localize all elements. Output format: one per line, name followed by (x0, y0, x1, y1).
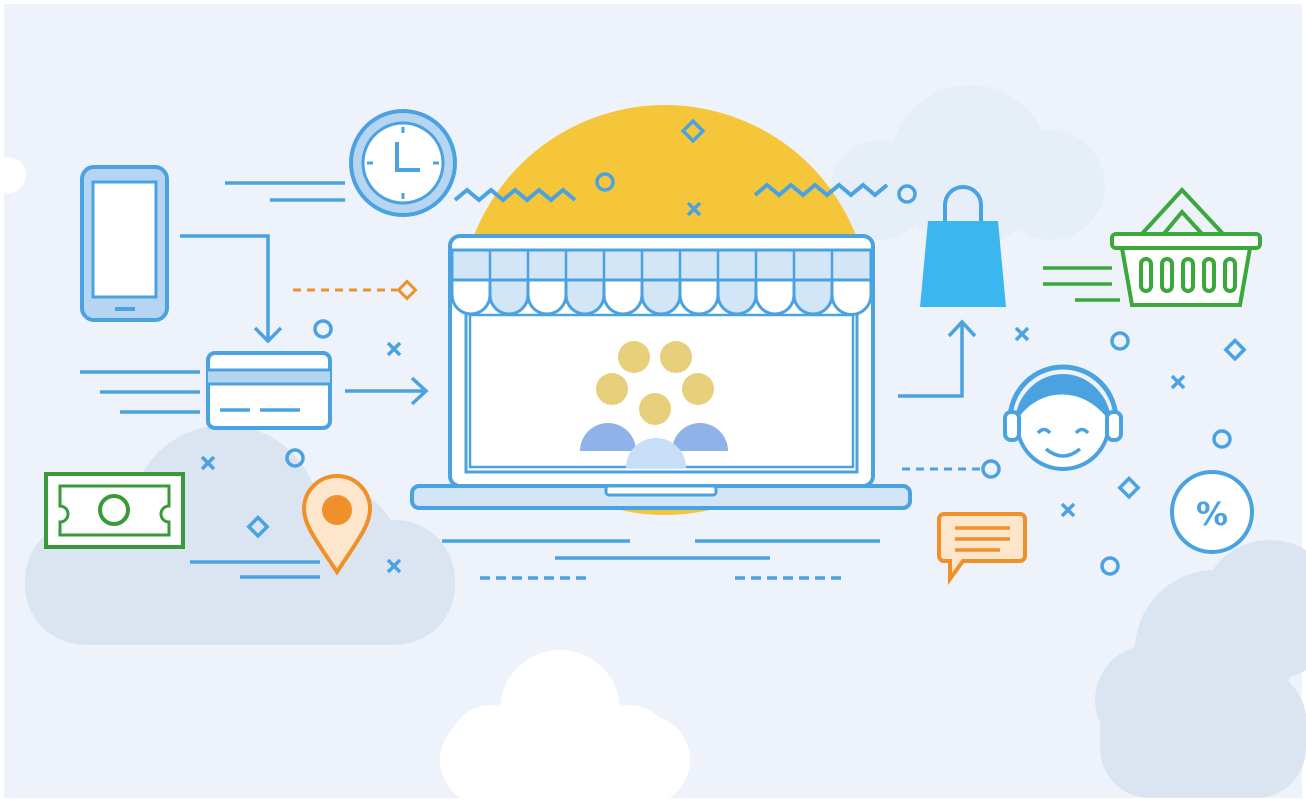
discount-badge-icon: % (1170, 470, 1254, 554)
credit-card-icon (206, 351, 332, 430)
ecommerce-illustration: % (0, 0, 1306, 802)
illustration-canvas: % (0, 4, 1306, 802)
smartphone-icon (80, 165, 169, 322)
clock-icon (349, 109, 457, 217)
cash-bill-icon (44, 472, 185, 549)
awning (450, 248, 873, 316)
discount-badge-label: % (1196, 495, 1228, 533)
